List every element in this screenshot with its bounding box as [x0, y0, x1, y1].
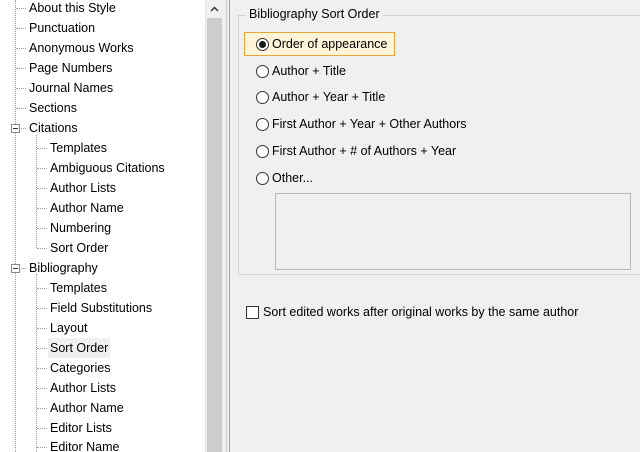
chevron-up-icon	[210, 6, 219, 11]
radio-label: First Author + Year + Other Authors	[272, 117, 467, 131]
radio-author-title[interactable]: Author + Title	[256, 60, 346, 82]
radio-label: First Author + # of Authors + Year	[272, 144, 457, 158]
radio-first-author-year-other-authors[interactable]: First Author + Year + Other Authors	[256, 113, 467, 135]
tree-item-label: Templates	[50, 281, 107, 295]
sort-edited-works-option[interactable]: Sort edited works after original works b…	[246, 303, 578, 321]
tree-guide-line	[36, 135, 37, 248]
radio-other[interactable]: Other...	[256, 167, 313, 189]
group-title: Bibliography Sort Order	[246, 6, 383, 22]
radio-button[interactable]	[256, 144, 269, 158]
tree-item-label: Sort Order	[50, 241, 109, 255]
collapse-icon[interactable]	[11, 124, 20, 133]
radio-label: Order of appearance	[272, 37, 388, 51]
tree-item-label: Author Lists	[50, 381, 117, 395]
tree-item-label: Page Numbers	[29, 61, 113, 75]
radio-button-checked[interactable]	[256, 37, 269, 51]
tree-item-label: Field Substitutions	[50, 301, 153, 315]
tree-item-label: Layout	[50, 321, 88, 335]
collapse-icon[interactable]	[11, 264, 20, 273]
tree-item-label: Templates	[50, 141, 107, 155]
tree-item-label: Author Name	[50, 401, 124, 415]
style-sections-tree: About this Style Punctuation Anonymous W…	[0, 0, 205, 452]
sort-edited-label: Sort edited works after original works b…	[263, 305, 579, 319]
tree-item-label: Bibliography	[29, 261, 98, 275]
tree-item-label: Journal Names	[29, 81, 114, 95]
radio-author-year-title[interactable]: Author + Year + Title	[256, 86, 385, 108]
tree-item-label: Punctuation	[29, 21, 96, 35]
panel-splitter[interactable]	[222, 0, 230, 452]
tree-item-label: Anonymous Works	[29, 41, 134, 55]
tree-item-label: Ambiguous Citations	[50, 161, 165, 175]
tree-item-label-selected: Sort Order	[48, 338, 111, 358]
radio-button[interactable]	[256, 90, 269, 104]
scroll-thumb[interactable]	[207, 18, 222, 452]
sort-edited-checkbox[interactable]	[246, 305, 259, 319]
radio-first-author-num-authors-year[interactable]: First Author + # of Authors + Year	[256, 140, 456, 162]
tree-item-label: About this Style	[29, 1, 116, 15]
tree-item-label: Citations	[29, 121, 78, 135]
scroll-up-button[interactable]	[206, 0, 223, 17]
tree-guide-line	[36, 274, 37, 452]
radio-label: Author + Year + Title	[272, 90, 386, 104]
tree-item-label: Author Name	[50, 201, 124, 215]
radio-button[interactable]	[256, 117, 269, 131]
tree-scrollbar[interactable]	[205, 0, 222, 452]
tree-item-label: Editor Lists	[50, 421, 112, 435]
other-sort-textarea[interactable]	[275, 193, 631, 270]
radio-label: Author + Title	[272, 64, 346, 78]
tree-item-label: Sections	[29, 101, 77, 115]
tree-item-label: Author Lists	[50, 181, 117, 195]
tree-item-label: Numbering	[50, 221, 112, 235]
radio-button[interactable]	[256, 171, 269, 185]
radio-button[interactable]	[256, 64, 269, 78]
tree-item-label: Categories	[50, 361, 111, 375]
radio-order-of-appearance[interactable]: Order of appearance	[256, 33, 387, 55]
radio-label: Other...	[272, 171, 313, 185]
tree-item-label: Editor Name	[50, 440, 120, 452]
